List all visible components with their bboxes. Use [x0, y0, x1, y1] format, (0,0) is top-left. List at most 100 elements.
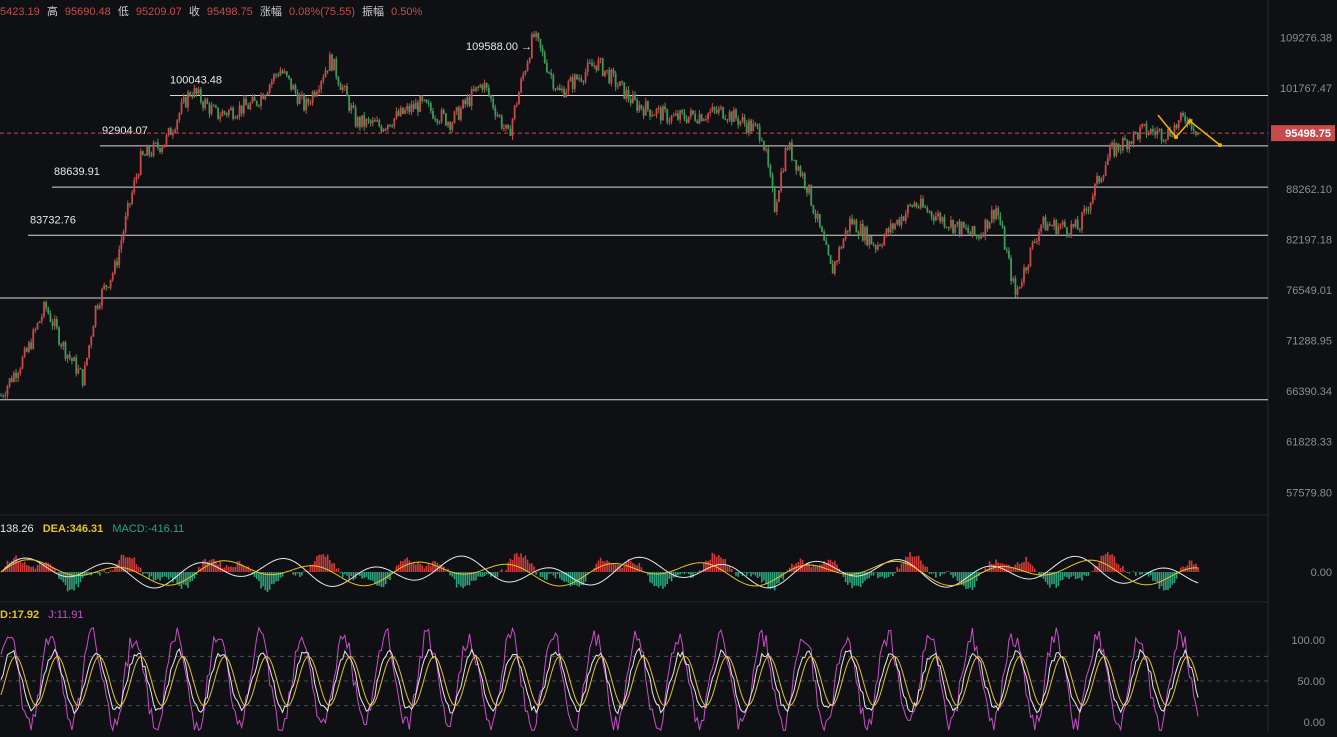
macd-histogram-bar: [421, 565, 423, 572]
macd-histogram-bar: [456, 572, 458, 588]
candle-body: [909, 205, 911, 206]
candle-body: [95, 306, 97, 327]
macd-histogram-bar: [1167, 572, 1169, 590]
macd-dif-value: 138.26: [0, 523, 34, 535]
candle-body: [772, 175, 774, 188]
candle-body: [806, 187, 808, 193]
candle-body: [808, 185, 810, 193]
macd-histogram-bar: [1159, 572, 1161, 589]
macd-histogram-bar: [245, 568, 247, 572]
macd-histogram-bar: [763, 572, 765, 581]
macd-histogram-bar: [211, 559, 213, 572]
macd-histogram-bar: [755, 572, 757, 575]
macd-histogram-bar: [767, 572, 769, 588]
candle-body: [664, 106, 666, 109]
candle-body: [307, 99, 309, 103]
macd-histogram-bar: [411, 563, 413, 572]
candle-body: [189, 92, 191, 95]
macd-histogram-bar: [1126, 572, 1128, 573]
macd-histogram-bar: [731, 569, 733, 572]
macd-histogram-bar: [510, 559, 512, 572]
candle-body: [428, 103, 430, 104]
candle-body: [297, 92, 299, 104]
macd-histogram-bar: [1032, 566, 1034, 572]
macd-histogram-bar: [1111, 554, 1113, 572]
macd-histogram-bar: [256, 572, 258, 579]
candle-body: [419, 96, 421, 112]
candle-body: [1165, 139, 1167, 140]
candle-body: [905, 214, 907, 221]
candle-body: [118, 249, 120, 265]
candle-body: [512, 119, 514, 136]
macd-histogram-bar: [486, 572, 488, 574]
macd-histogram-bar: [260, 572, 262, 589]
candle-body: [1008, 251, 1010, 258]
macd-histogram-bar: [153, 572, 155, 580]
candle-body: [1148, 133, 1150, 135]
candle-body: [365, 119, 367, 126]
candle-body: [456, 107, 458, 111]
candle-body: [1053, 220, 1055, 226]
candle-body: [370, 120, 372, 123]
candle-body: [1057, 227, 1059, 234]
macd-histogram-bar: [576, 572, 578, 586]
candle-body: [1126, 140, 1128, 149]
candle-body: [142, 151, 144, 155]
candle-body: [1030, 248, 1032, 266]
candle-body: [767, 149, 769, 165]
candle-body: [574, 75, 576, 89]
macd-histogram-bar: [125, 557, 127, 572]
candle-body: [264, 95, 266, 99]
kdj-header: D:17.92 J:11.91: [0, 609, 89, 621]
macd-histogram-bar: [497, 572, 499, 577]
candle-body: [1180, 113, 1182, 120]
candle-body: [916, 203, 918, 207]
candle-body: [389, 125, 391, 127]
macd-histogram-bar: [187, 572, 189, 588]
candle-body: [69, 355, 71, 358]
macd-histogram-bar: [209, 561, 211, 572]
macd-histogram-bar: [323, 554, 325, 572]
macd-histogram-bar: [791, 564, 793, 572]
forecast-arrow-head: [1218, 143, 1222, 147]
candle-body: [785, 148, 787, 171]
candle-body: [684, 113, 686, 119]
macd-histogram-bar: [1135, 572, 1137, 576]
chart-canvas[interactable]: 109276.38101767.4788262.1082197.1876549.…: [0, 0, 1337, 732]
candle-body: [931, 211, 933, 216]
macd-histogram-bar: [432, 561, 434, 572]
macd-histogram-bar: [890, 572, 892, 574]
candle-body: [226, 113, 228, 115]
candle-body: [125, 216, 127, 232]
candle-body: [176, 120, 178, 130]
candle-body: [411, 104, 413, 112]
candle-body: [153, 143, 155, 156]
macd-histogram-bar: [331, 563, 333, 572]
macd-histogram-bar: [348, 572, 350, 579]
candle-body: [458, 107, 460, 120]
candle-body: [641, 105, 643, 109]
level-price-label: 100043.48: [170, 74, 222, 86]
candle-body: [559, 88, 561, 91]
macd-histogram-bar: [679, 572, 681, 574]
candle-body: [600, 58, 602, 59]
candle-body: [591, 63, 593, 66]
macd-histogram-bar: [378, 572, 380, 586]
candle-body: [840, 247, 842, 248]
candle-body: [963, 222, 965, 228]
level-price-label: 83732.76: [30, 214, 76, 226]
candle-body: [355, 107, 357, 126]
macd-histogram-bar: [585, 572, 587, 582]
macd-histogram-bar: [271, 572, 273, 584]
macd-histogram-bar: [482, 572, 484, 577]
macd-histogram-bar: [181, 572, 183, 589]
candle-body: [939, 213, 941, 221]
macd-histogram-bar: [836, 564, 838, 572]
macd-histogram-bar: [234, 567, 236, 572]
macd-histogram-bar: [1062, 572, 1064, 580]
candle-body: [469, 97, 471, 106]
candle-body: [303, 94, 305, 110]
candle-body: [761, 140, 763, 141]
candle-body: [619, 81, 621, 86]
macd-histogram-bar: [325, 557, 327, 572]
